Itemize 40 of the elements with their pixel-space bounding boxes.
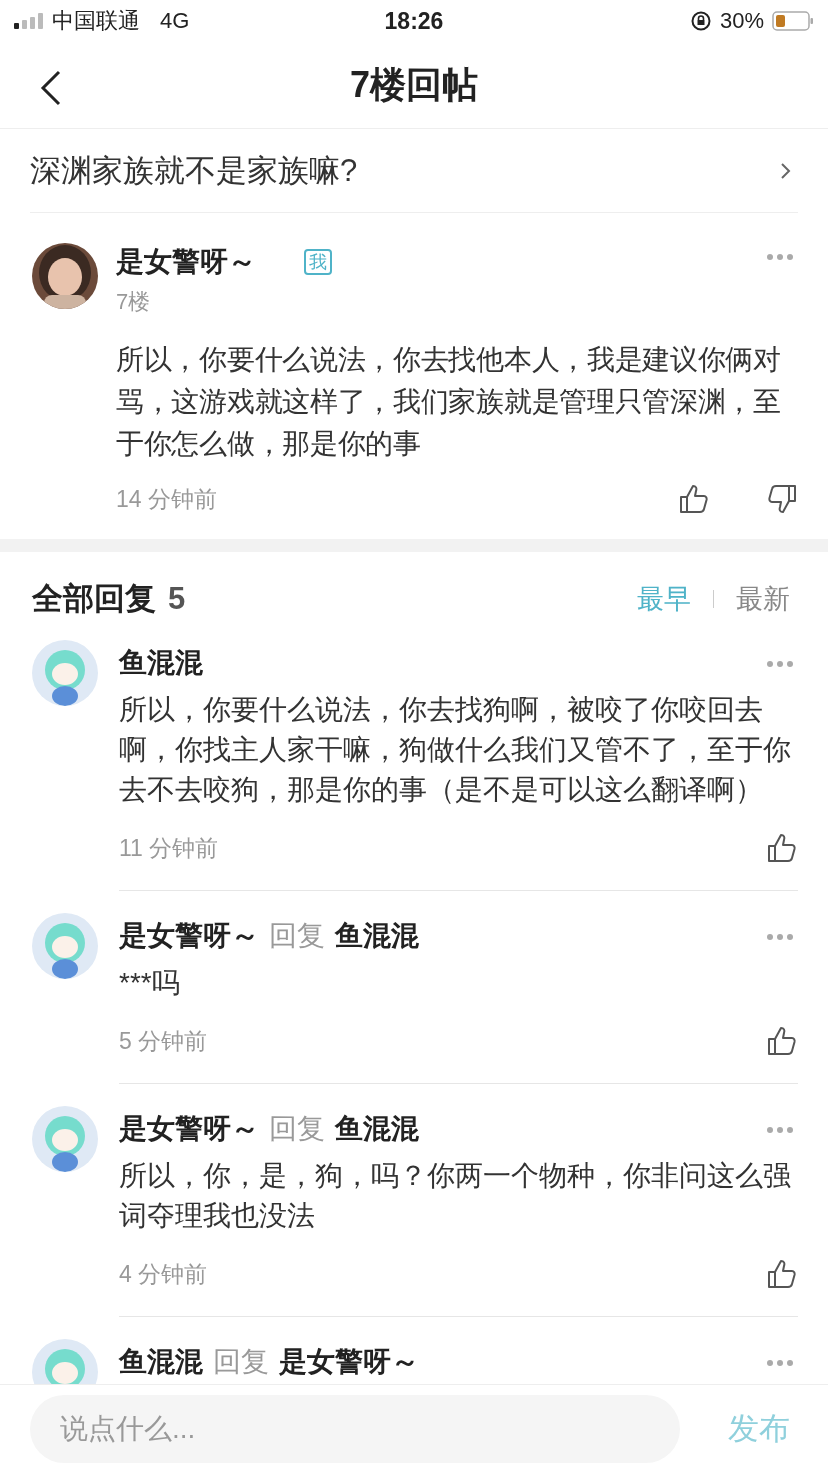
reply-label: 回复	[269, 919, 325, 953]
sort-tab[interactable]: 最新	[736, 581, 790, 617]
post-time: 14 分钟前	[116, 484, 217, 514]
reply-target-name[interactable]: 鱼混混	[335, 1110, 419, 1148]
topic-link[interactable]: 深渊家族就不是家族嘛?	[30, 129, 798, 213]
reply-label: 回复	[269, 1112, 325, 1146]
like-button[interactable]	[766, 1258, 798, 1290]
comment-field[interactable]: 说点什么...	[30, 1394, 680, 1463]
reply-target-name[interactable]: 鱼混混	[335, 917, 419, 955]
reply-target-name[interactable]: 是女警呀～	[279, 1343, 419, 1381]
floor-number: 7楼	[116, 288, 152, 316]
like-button[interactable]	[678, 483, 710, 515]
author-name[interactable]: 是女警呀～	[119, 1110, 259, 1148]
chevron-right-icon[interactable]	[780, 160, 792, 181]
reply-text: 所以，你要什么说法，你去找狗啊，被咬了你咬回去啊，你找主人家干嘛，狗做什么我们又管不了，至于你去不去咬狗，那是你的事（是不是可以这么翻译啊）	[119, 693, 792, 807]
clock-time: 18:26	[384, 7, 444, 35]
reply-time: 5 分钟前	[119, 1026, 208, 1056]
dislike-button[interactable]	[766, 483, 798, 515]
reply-text: 所以，你，是，狗，吗？你两一个物种，你非问这么强词夺理我也没法	[119, 1159, 792, 1233]
replies-heading: 全部回复	[32, 580, 156, 618]
battery-percent: 30%	[719, 8, 764, 34]
network-type: 4G	[160, 8, 190, 34]
rotation-lock-icon	[689, 10, 712, 32]
page-title: 7楼回帖	[350, 62, 478, 107]
reply-time: 11 分钟前	[119, 833, 219, 863]
like-button[interactable]	[766, 1025, 798, 1057]
battery-icon	[772, 11, 814, 31]
author-name[interactable]: 鱼混混	[119, 1343, 203, 1381]
me-badge: 我	[304, 249, 332, 275]
signal-icon	[14, 13, 44, 29]
reply-time: 4 分钟前	[119, 1259, 208, 1289]
author-name[interactable]: 鱼混混	[119, 644, 203, 682]
author-name[interactable]: 是女警呀～	[119, 917, 259, 955]
reply-label: 回复	[213, 1345, 269, 1379]
reply-count: 5	[168, 581, 186, 617]
author-name[interactable]: 是女警呀～	[116, 243, 256, 281]
reply-text: ***吗	[119, 966, 181, 1000]
post-text: 所以，你要什么说法，你去找他本人，我是建议你俩对骂，这游戏就这样了，我们家族就是管理只管深渊，至于你怎么做，那是你的事	[116, 343, 782, 461]
carrier-name: 中国联通	[52, 7, 140, 35]
like-button[interactable]	[766, 832, 798, 864]
